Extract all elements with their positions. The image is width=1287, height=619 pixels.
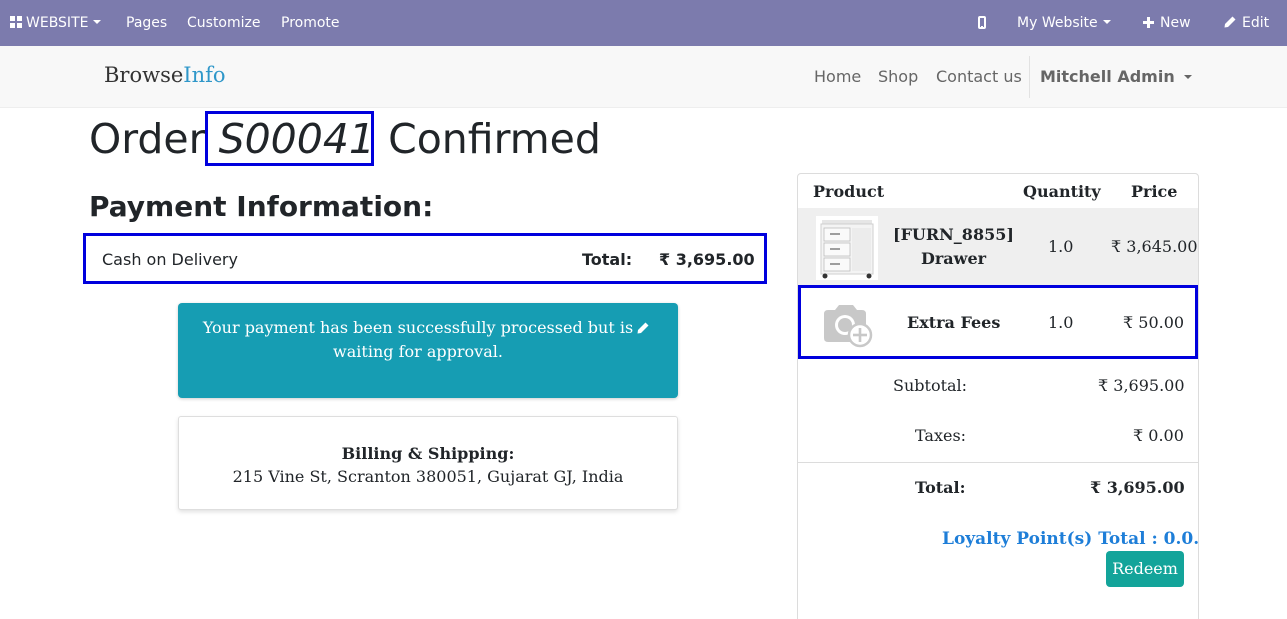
taxes-value: ₹ 0.00	[1133, 426, 1184, 445]
line-quantity: 1.0	[1048, 313, 1074, 332]
camera-add-icon	[824, 305, 873, 348]
new-label: New	[1160, 15, 1191, 31]
admin-toolbar: WEBSITE Pages Customize Promote My Websi…	[0, 0, 1287, 46]
payment-total-value: ₹ 3,695.00	[659, 250, 755, 269]
website-switcher[interactable]: My Website	[1017, 0, 1111, 46]
summary-total-label: Total:	[915, 478, 966, 497]
billing-heading: Billing & Shipping:	[341, 444, 515, 463]
subtotal-value: ₹ 3,695.00	[1098, 376, 1185, 395]
drawer-thumbnail	[816, 216, 878, 280]
pencil-icon	[1224, 16, 1236, 28]
nav-home[interactable]: Home	[814, 67, 861, 86]
line-quantity: 1.0	[1048, 237, 1074, 256]
logo-text: Browse	[104, 63, 184, 87]
redeem-button[interactable]: Redeem	[1106, 551, 1184, 587]
website-switcher-label: My Website	[1017, 15, 1098, 31]
logo-text-accent: Info	[183, 63, 226, 87]
mobile-preview-button[interactable]	[978, 0, 986, 46]
edit-label: Edit	[1242, 15, 1270, 31]
pages-menu[interactable]: Pages	[126, 0, 167, 46]
title-prefix: Order	[89, 115, 206, 163]
customize-menu[interactable]: Customize	[187, 0, 261, 46]
title-suffix: Confirmed	[388, 115, 601, 163]
taxes-label: Taxes:	[915, 426, 967, 445]
website-app-menu[interactable]: WEBSITE	[10, 0, 102, 46]
line-product-name-2[interactable]: Drawer	[921, 249, 986, 268]
website-app-label: WEBSITE	[26, 15, 89, 31]
mobile-icon	[978, 16, 986, 29]
site-header: BrowseInfo Home Shop Contact us Mitchell…	[0, 46, 1287, 108]
nav-shop[interactable]: Shop	[878, 67, 918, 86]
user-name: Mitchell Admin	[1040, 67, 1175, 86]
column-header-quantity: Quantity	[1023, 182, 1101, 201]
order-number-highlight	[205, 111, 374, 166]
line-product-name[interactable]: Extra Fees	[907, 313, 1000, 332]
chevron-down-icon	[93, 20, 102, 24]
edit-button[interactable]: Edit	[1224, 0, 1269, 46]
summary-divider	[798, 462, 1198, 463]
billing-shipping-card: Billing & Shipping: 215 Vine St, Scranto…	[178, 416, 678, 510]
promote-menu[interactable]: Promote	[281, 0, 340, 46]
apps-grid-icon	[10, 16, 22, 28]
chevron-down-icon	[1183, 75, 1192, 79]
column-header-price: Price	[1131, 182, 1178, 201]
nav-divider	[1029, 56, 1030, 98]
loyalty-points-total: Loyalty Point(s) Total : 0.0.	[942, 529, 1200, 549]
chevron-down-icon	[1102, 20, 1111, 24]
user-menu[interactable]: Mitchell Admin	[1040, 67, 1192, 86]
payment-method: Cash on Delivery	[102, 250, 238, 269]
line-price: ₹ 3,645.00	[1111, 237, 1198, 256]
alert-message: Your payment has been successfully proce…	[202, 318, 634, 361]
billing-address: 215 Vine St, Scranton 380051, Gujarat GJ…	[232, 467, 624, 486]
plus-icon	[1143, 17, 1154, 28]
pencil-icon[interactable]	[637, 322, 649, 334]
payment-status-alert: Your payment has been successfully proce…	[178, 303, 678, 398]
nav-contact-us[interactable]: Contact us	[936, 67, 1022, 86]
line-product-name[interactable]: [FURN_8855]	[893, 225, 1014, 244]
subtotal-label: Subtotal:	[893, 376, 968, 395]
payment-total-label: Total:	[582, 250, 633, 269]
site-logo[interactable]: BrowseInfo	[104, 63, 226, 87]
payment-heading: Payment Information:	[89, 190, 434, 223]
column-header-product: Product	[813, 182, 885, 201]
summary-total-value: ₹ 3,695.00	[1090, 478, 1185, 497]
line-price: ₹ 50.00	[1123, 313, 1185, 332]
new-button[interactable]: New	[1143, 0, 1191, 46]
